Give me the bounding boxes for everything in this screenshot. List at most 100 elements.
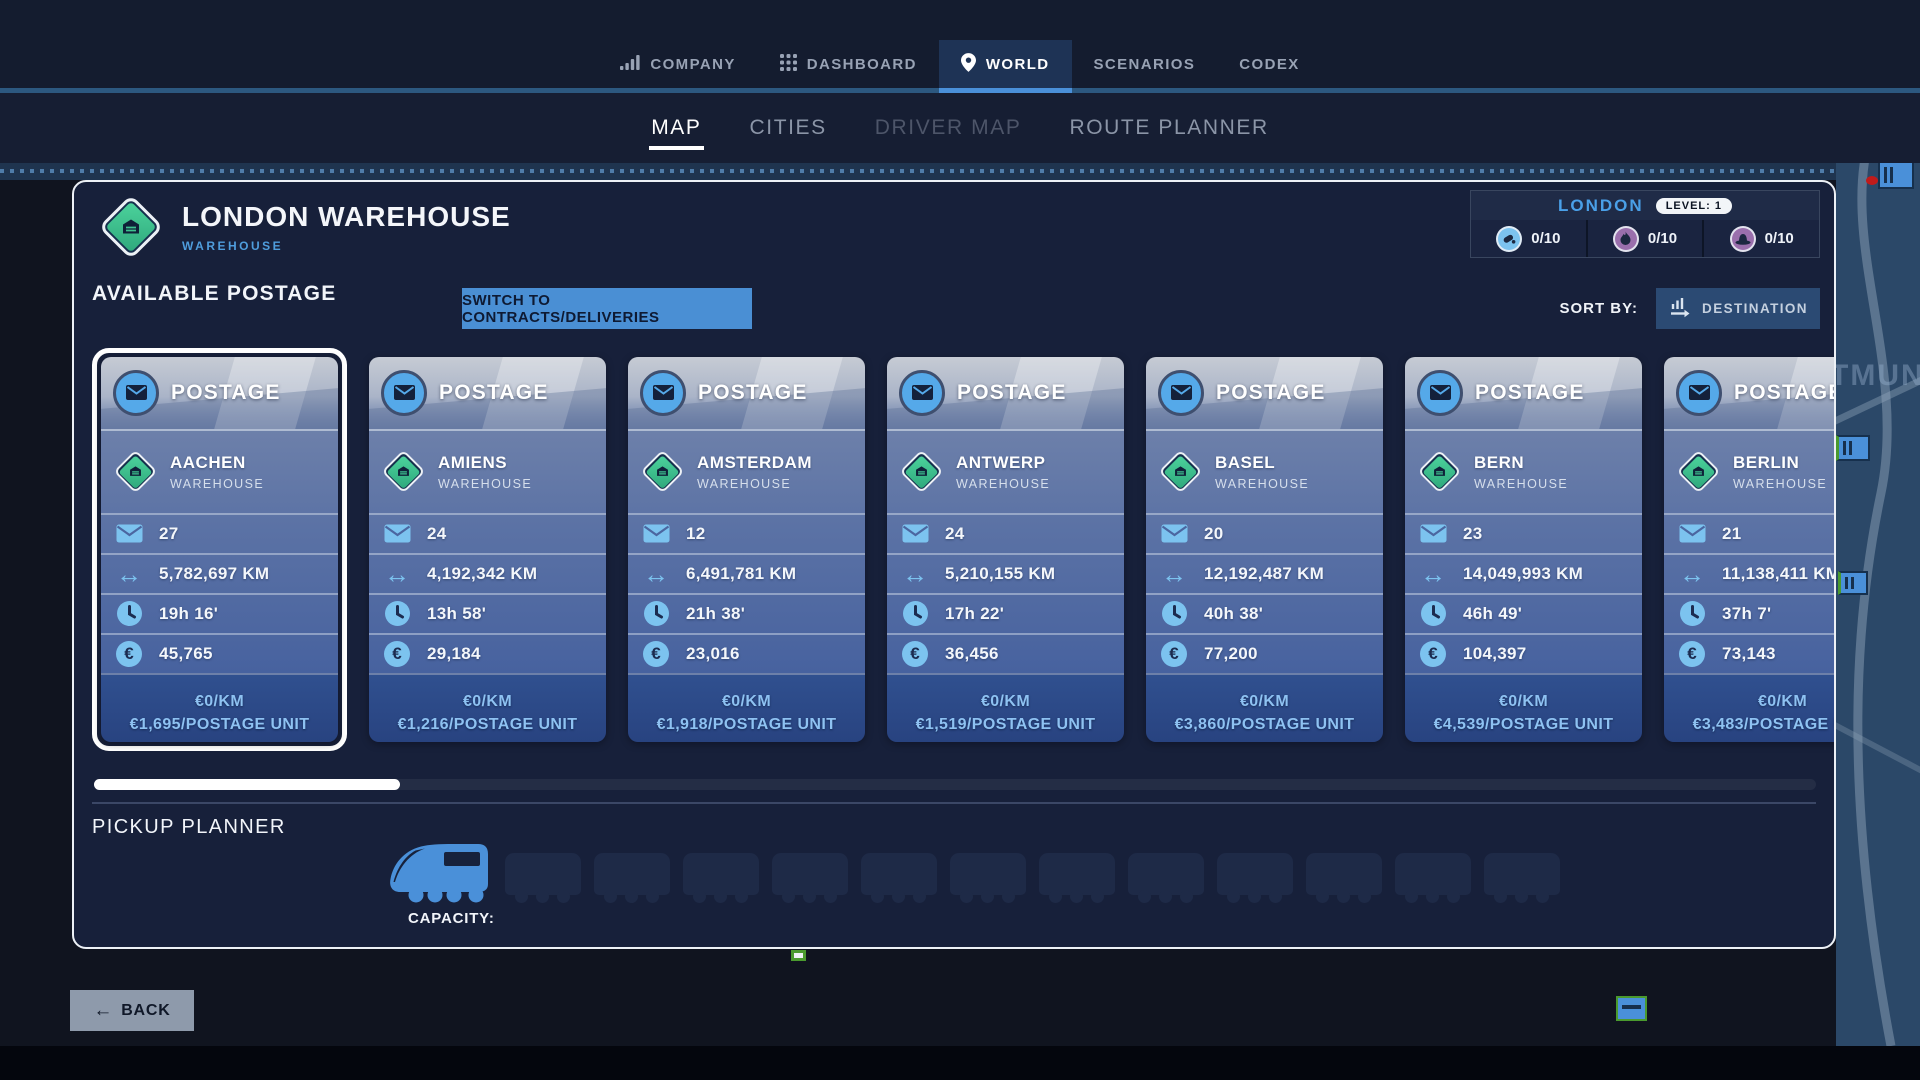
- nav-item-scenarios[interactable]: SCENARIOS: [1072, 40, 1218, 88]
- sort-button[interactable]: DESTINATION: [1656, 288, 1820, 329]
- postage-card[interactable]: POSTAGE AMIENS WAREHOUSE 24 ↔ 4,192,342 KM…: [369, 356, 606, 742]
- card-title: POSTAGE: [439, 380, 549, 404]
- warehouse-diamond-icon: [899, 449, 944, 494]
- rate-per-km: €0/KM: [1498, 692, 1549, 710]
- postage-card[interactable]: POSTAGE BERLIN WAREHOUSE 21 ↔ 11,138,411 K…: [1664, 356, 1834, 742]
- top-navbar: COMPANY DASHBOARD WORLD SCENARIOS CODEX: [0, 0, 1920, 93]
- world-map-strip: TMUN: [1836, 163, 1920, 1046]
- destination-type: WAREHOUSE: [1733, 476, 1828, 491]
- destination-type: WAREHOUSE: [438, 476, 533, 491]
- nav-item-codex[interactable]: CODEX: [1217, 40, 1321, 88]
- tab-label: ROUTE PLANNER: [1069, 116, 1269, 139]
- pickup-train-row: [386, 840, 1560, 904]
- switch-contracts-button[interactable]: SWITCH TO CONTRACTS/DELIVERIES: [462, 288, 752, 329]
- payout-value: 77,200: [1204, 643, 1258, 663]
- nav-label: DASHBOARD: [806, 55, 917, 73]
- stat-value: 0/10: [1764, 230, 1794, 247]
- rate-per-unit: €1,216/POSTAGE UNIT: [397, 715, 578, 733]
- nav-item-dashboard[interactable]: DASHBOARD: [758, 40, 939, 88]
- payout-value: 104,397: [1463, 643, 1527, 663]
- envelope-badge-icon: [1676, 369, 1722, 416]
- postage-card[interactable]: POSTAGE AMSTERDAM WAREHOUSE 12 ↔ 6,491,781…: [628, 356, 865, 742]
- wagon-slot[interactable]: [1306, 853, 1382, 903]
- sort-icon: [1668, 296, 1692, 321]
- postage-card-list: POSTAGE AACHEN WAREHOUSE 27 ↔ 5,782,697 KM…: [92, 346, 1834, 752]
- destination-city: BASEL: [1215, 452, 1276, 472]
- envelope-badge-icon: [113, 369, 159, 416]
- wagon-slot[interactable]: [505, 853, 581, 903]
- euro-icon: €: [1677, 640, 1707, 667]
- duration-value: 19h 16': [159, 603, 219, 623]
- euro-icon: €: [382, 640, 412, 667]
- destination-city: AMSTERDAM: [697, 452, 812, 472]
- wagon-slot[interactable]: [861, 853, 937, 903]
- distance-icon: ↔: [902, 558, 928, 589]
- destination-city: ANTWERP: [956, 452, 1046, 472]
- wagon-slot[interactable]: [950, 853, 1026, 903]
- distance-value: 5,210,155 KM: [945, 563, 1056, 583]
- back-arrow-icon: ←: [93, 1000, 114, 1021]
- rate-per-unit: €3,860/POSTAGE UNIT: [1174, 715, 1355, 733]
- card-scrollbar-thumb[interactable]: [94, 779, 400, 790]
- envelope-badge-icon: [1417, 369, 1463, 416]
- postage-units: 20: [1204, 523, 1224, 543]
- map-train-icon: [1836, 435, 1870, 461]
- postage-card[interactable]: POSTAGE BERN WAREHOUSE 23 ↔ 14,049,993 KM …: [1405, 356, 1642, 742]
- warehouse-diamond-icon: [113, 449, 158, 494]
- distance-value: 12,192,487 KM: [1204, 563, 1325, 583]
- euro-icon: €: [114, 640, 144, 667]
- wagon-slot[interactable]: [1217, 853, 1293, 903]
- payout-value: 73,143: [1722, 643, 1776, 663]
- payout-value: 29,184: [427, 643, 481, 663]
- stat-value: 0/10: [1531, 230, 1561, 247]
- duration-value: 40h 38': [1204, 603, 1264, 623]
- postage-card[interactable]: POSTAGE AACHEN WAREHOUSE 27 ↔ 5,782,697 KM…: [101, 356, 338, 742]
- warehouse-panel: LONDON WAREHOUSE WAREHOUSE LONDON LEVEL:…: [72, 180, 1836, 949]
- destination-type: WAREHOUSE: [697, 476, 792, 491]
- distance-value: 5,782,697 KM: [159, 563, 270, 583]
- nav-label: WORLD: [985, 55, 1050, 73]
- nav-label: CODEX: [1239, 55, 1300, 73]
- wagon-slot[interactable]: [772, 853, 848, 903]
- postage-card[interactable]: POSTAGE BASEL WAREHOUSE 20 ↔ 12,192,487 KM…: [1146, 356, 1383, 742]
- wagon-slot[interactable]: [1395, 853, 1471, 903]
- rate-per-unit: €1,695/POSTAGE UNIT: [129, 715, 310, 733]
- tab-map[interactable]: MAP: [649, 116, 704, 150]
- envelope-badge-icon: [381, 369, 427, 416]
- page-subtitle: WAREHOUSE: [182, 239, 284, 253]
- card-title: POSTAGE: [698, 380, 808, 404]
- tab-driver-map[interactable]: DRIVER MAP: [875, 116, 1022, 140]
- wagon-slot[interactable]: [1484, 853, 1560, 903]
- map-train-icon: [1838, 571, 1868, 595]
- mail-icon: [641, 524, 671, 543]
- nav-item-world[interactable]: WORLD: [938, 40, 1072, 93]
- postage-card[interactable]: POSTAGE ANTWERP WAREHOUSE 24 ↔ 5,210,155 K…: [887, 356, 1124, 742]
- back-button[interactable]: ← BACK: [70, 990, 194, 1031]
- grid-icon: [779, 53, 797, 75]
- tab-cities[interactable]: CITIES: [750, 116, 827, 140]
- card-scrollbar-track[interactable]: [94, 779, 1816, 790]
- tab-label: CITIES: [749, 116, 827, 139]
- map-factory-icon: [1878, 163, 1914, 189]
- map-poi-icon: [791, 950, 806, 961]
- wagon-slot[interactable]: [1039, 853, 1115, 903]
- rate-per-km: €0/KM: [721, 692, 772, 710]
- envelope-badge-icon: [640, 369, 686, 416]
- panel-header: LONDON WAREHOUSE WAREHOUSE: [98, 194, 511, 260]
- destination-type: WAREHOUSE: [1215, 476, 1310, 491]
- city-name: LONDON: [1558, 195, 1644, 215]
- rate-per-km: €0/KM: [462, 692, 513, 710]
- wagon-slot[interactable]: [683, 853, 759, 903]
- distance-icon: ↔: [384, 558, 410, 589]
- payout-value: 36,456: [945, 643, 999, 663]
- map-city-label: TMUN: [1836, 359, 1920, 392]
- city-level-pill: LEVEL: 1: [1655, 197, 1732, 214]
- tab-route-planner[interactable]: ROUTE PLANNER: [1069, 116, 1268, 140]
- wagon-slot[interactable]: [1128, 853, 1204, 903]
- card-title: POSTAGE: [171, 380, 281, 404]
- flame-icon: [1612, 225, 1639, 252]
- wagon-slot[interactable]: [594, 853, 670, 903]
- nav-item-company[interactable]: COMPANY: [598, 40, 757, 88]
- clock-icon: [114, 600, 144, 627]
- distance-value: 4,192,342 KM: [427, 563, 538, 583]
